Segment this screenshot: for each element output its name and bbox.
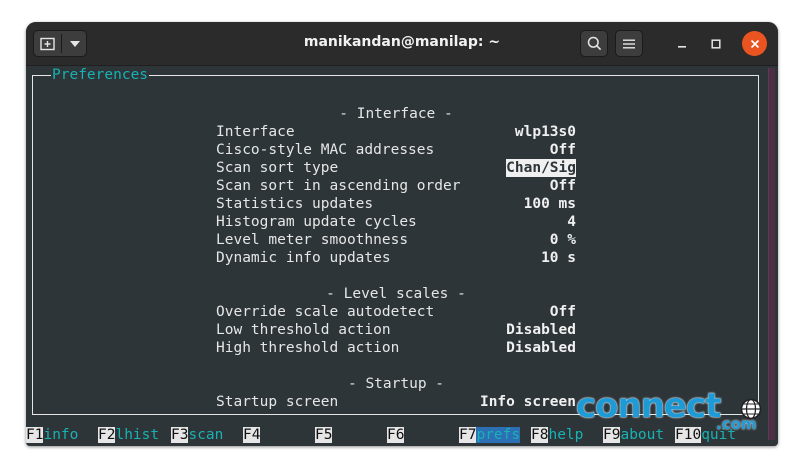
- section-heading-startup: - Startup -: [347, 376, 445, 392]
- pref-value: wlp13s0: [514, 124, 576, 140]
- close-button[interactable]: [742, 31, 767, 56]
- section-heading-interface: - Interface -: [339, 106, 453, 122]
- fkey-key: F3: [171, 427, 189, 443]
- fkey-f4[interactable]: F4: [243, 426, 261, 444]
- fkey-key: F5: [315, 427, 333, 443]
- pref-row-statistics-updates[interactable]: Statistics updates 100 ms: [216, 195, 576, 213]
- pref-value: Info screen: [479, 394, 576, 410]
- fkey-f3[interactable]: F3scan: [171, 426, 223, 444]
- pref-label: Scan sort in ascending order: [216, 178, 461, 194]
- pref-value: 4: [567, 214, 576, 230]
- title-bar: manikandan@manilap: ~: [26, 22, 778, 66]
- pref-row-dynamic-info[interactable]: Dynamic info updates 10 s: [216, 249, 576, 267]
- pref-value: 100 ms: [523, 196, 576, 212]
- fkey-f1[interactable]: F1info: [26, 426, 78, 444]
- section-heading-level-scales: - Level scales -: [326, 286, 466, 302]
- pref-label: High threshold action: [216, 340, 400, 356]
- pref-label: Level meter smoothness: [216, 232, 409, 248]
- fkey-key: F2: [98, 427, 116, 443]
- watermark-domain: .com: [716, 415, 757, 433]
- pref-value: Off: [549, 304, 576, 320]
- pref-row-low-threshold[interactable]: Low threshold action Disabled: [216, 321, 576, 339]
- fkey-key: F4: [243, 427, 261, 443]
- window-title: manikandan@manilap: ~: [303, 34, 501, 50]
- maximize-icon: [710, 38, 721, 49]
- maximize-button[interactable]: [703, 31, 728, 56]
- pref-value: Disabled: [506, 340, 576, 356]
- pref-row-scan-sort-ascending[interactable]: Scan sort in ascending order Off: [216, 177, 576, 195]
- fkey-key: F7: [459, 427, 477, 443]
- pref-label: Low threshold action: [216, 322, 391, 338]
- pref-row-scan-sort-type[interactable]: Scan sort type Chan/Sig: [216, 159, 576, 177]
- fkey-f5[interactable]: F5: [315, 426, 333, 444]
- fkey-f6[interactable]: F6: [387, 426, 405, 444]
- pref-value: Disabled: [506, 322, 576, 338]
- pref-row-override-scale[interactable]: Override scale autodetect Off: [216, 303, 576, 321]
- pref-label: Interface: [216, 124, 295, 140]
- fkey-label-active: prefs: [476, 427, 521, 443]
- fkey-label: scan: [188, 427, 224, 443]
- pref-value: Off: [549, 178, 576, 194]
- fkey-f2[interactable]: F2lhist: [98, 426, 159, 444]
- fkey-label: lhist: [115, 427, 160, 443]
- minimize-button[interactable]: [669, 31, 694, 56]
- search-button[interactable]: [580, 30, 608, 57]
- pref-value: 10 s: [541, 250, 576, 266]
- pref-label: Scan sort type: [216, 160, 339, 176]
- pref-label: Startup screen: [216, 394, 339, 410]
- pref-label: Cisco-style MAC addresses: [216, 142, 435, 158]
- minimize-icon: [677, 45, 686, 48]
- pref-label: Histogram update cycles: [216, 214, 417, 230]
- pref-value-selected: Chan/Sig: [506, 159, 576, 177]
- hamburger-icon: [623, 39, 635, 48]
- scrollbar[interactable]: [766, 66, 778, 446]
- preferences-title: Preferences: [51, 67, 150, 84]
- close-icon: [750, 39, 759, 48]
- pref-label: Dynamic info updates: [216, 250, 391, 266]
- search-icon: [587, 36, 601, 51]
- pref-row-level-meter[interactable]: Level meter smoothness 0 %: [216, 231, 576, 249]
- fkey-key: F6: [387, 427, 405, 443]
- watermark-text: connect: [576, 386, 721, 426]
- fkey-key: F8: [531, 427, 549, 443]
- hamburger-menu-button[interactable]: [615, 30, 643, 57]
- pref-label: Statistics updates: [216, 196, 374, 212]
- fkey-label: info: [43, 427, 79, 443]
- pref-value: 0 %: [549, 232, 576, 248]
- pref-row-interface[interactable]: Interface wlp13s0: [216, 123, 576, 141]
- fkey-f7[interactable]: F7prefs: [459, 426, 521, 444]
- scrollbar-thumb[interactable]: [768, 68, 775, 440]
- pref-row-startup-screen[interactable]: Startup screen Info screen: [216, 393, 576, 411]
- pref-label: Override scale autodetect: [216, 304, 435, 320]
- terminal-window: manikandan@manilap: ~ Preferences - Inte…: [26, 22, 778, 446]
- pref-row-histogram-cycles[interactable]: Histogram update cycles 4: [216, 213, 576, 231]
- pref-row-high-threshold[interactable]: High threshold action Disabled: [216, 339, 576, 357]
- watermark-logo: connect .com: [576, 386, 766, 436]
- fkey-key: F1: [26, 427, 44, 443]
- pref-row-cisco-mac[interactable]: Cisco-style MAC addresses Off: [216, 141, 576, 159]
- pref-value: Off: [549, 142, 576, 158]
